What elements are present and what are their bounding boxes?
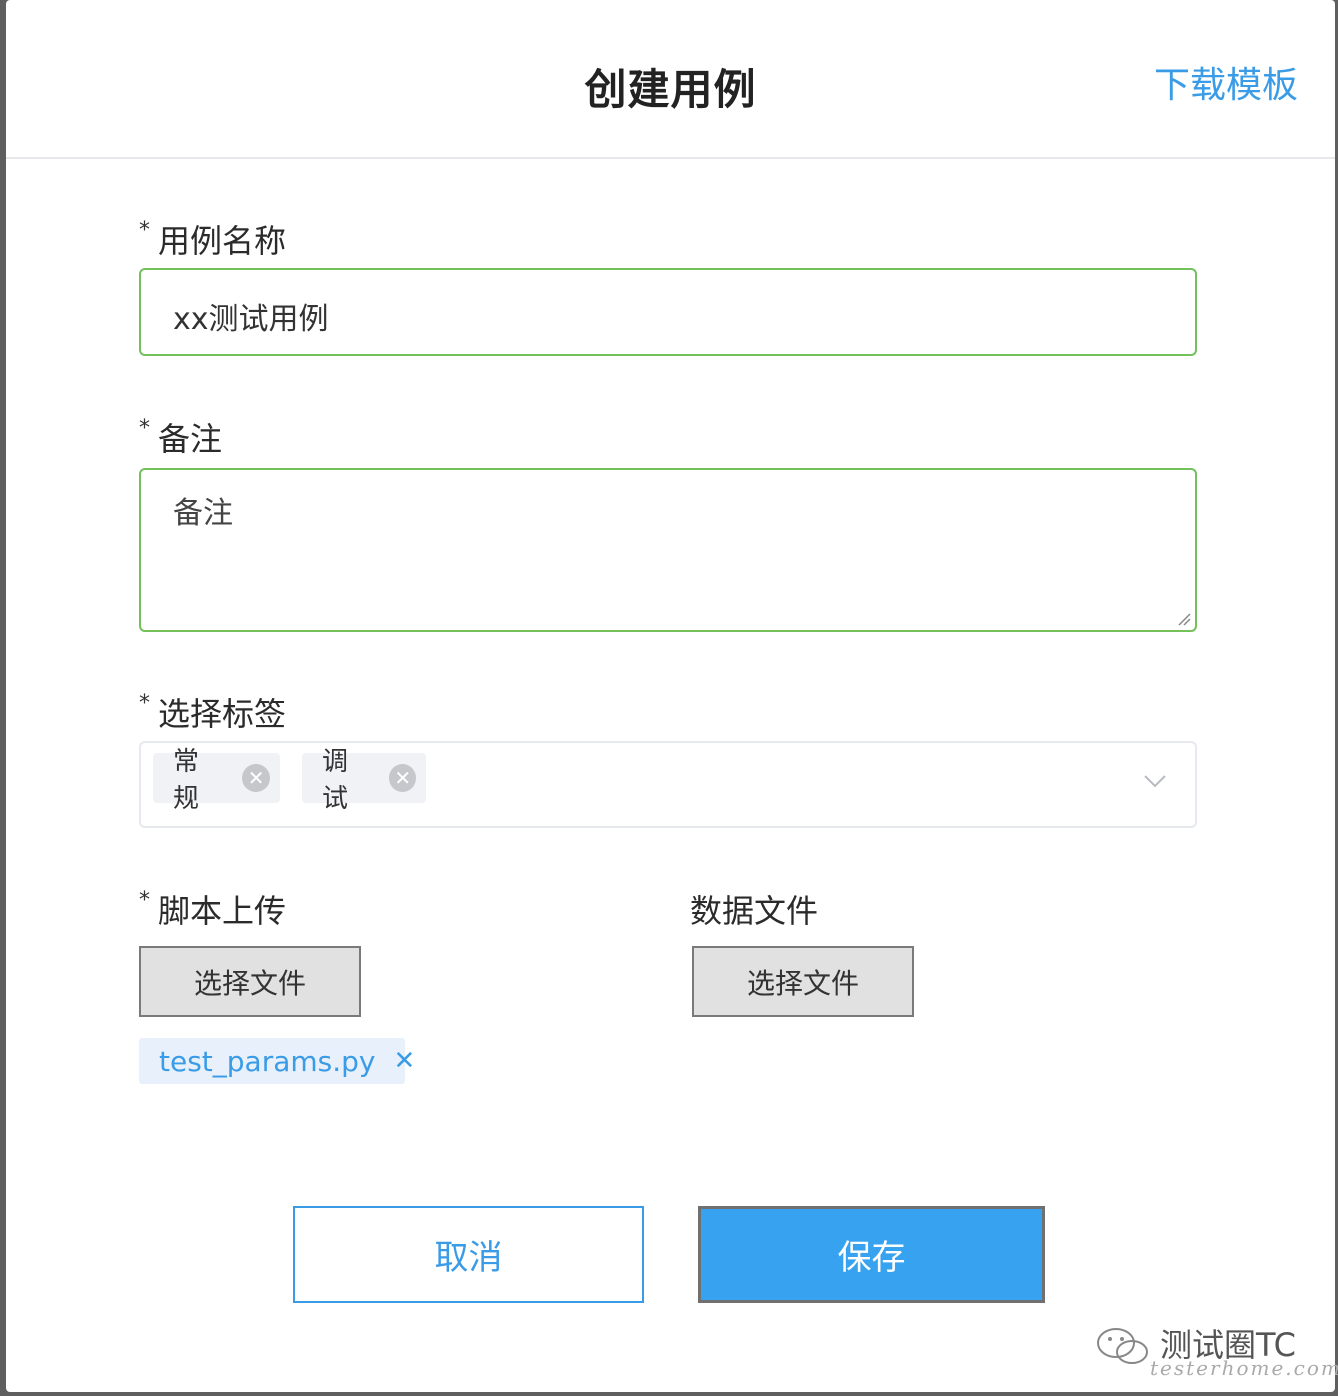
tags-select[interactable]: 常规 ✕ 调试 ✕ — [139, 741, 1197, 828]
required-mark: * — [139, 691, 150, 716]
data-choose-file-button[interactable]: 选择文件 — [692, 946, 914, 1017]
script-choose-file-button[interactable]: 选择文件 — [139, 946, 361, 1017]
tag-chip: 调试 ✕ — [302, 747, 426, 814]
dialog-title: 创建用例 — [584, 65, 757, 114]
remark-placeholder: 备注 — [173, 496, 233, 531]
watermark-subtext: testerhome.com — [1150, 1356, 1338, 1380]
tag-label: 常规 — [173, 747, 200, 814]
tag-chip: 常规 ✕ — [153, 747, 280, 814]
tag-label: 调试 — [322, 747, 349, 814]
required-mark: * — [139, 888, 150, 913]
download-template-link[interactable]: 下载模板 — [1154, 56, 1298, 108]
resize-handle-icon[interactable] — [1177, 612, 1191, 626]
tags-label-text: 选择标签 — [158, 695, 287, 733]
save-button[interactable]: 保存 — [698, 1206, 1045, 1303]
case-name-label: * 用例名称 — [139, 216, 286, 262]
chevron-down-icon[interactable] — [1143, 773, 1167, 789]
close-circle-icon[interactable]: ✕ — [389, 764, 416, 792]
case-name-input[interactable]: xx测试用例 — [139, 268, 1197, 356]
uploaded-file-name[interactable]: test_params.py — [159, 1045, 375, 1078]
case-name-label-text: 用例名称 — [158, 222, 287, 260]
remark-label-text: 备注 — [158, 420, 223, 458]
watermark: 测试圈TC testerhome.com — [1090, 1320, 1338, 1390]
data-file-label: 数据文件 — [690, 892, 819, 930]
tags-label: * 选择标签 — [139, 689, 286, 735]
dialog-header: 创建用例 下载模板 — [6, 0, 1335, 159]
required-mark: * — [139, 416, 150, 441]
close-icon[interactable]: ✕ — [393, 1046, 415, 1076]
script-upload-label: * 脚本上传 — [139, 886, 286, 932]
cancel-button[interactable]: 取消 — [293, 1206, 644, 1303]
required-mark: * — [139, 218, 150, 243]
case-name-value: xx测试用例 — [173, 302, 329, 337]
remark-label: * 备注 — [139, 414, 222, 460]
script-upload-label-text: 脚本上传 — [158, 892, 287, 930]
uploaded-file-chip: test_params.py ✕ — [139, 1038, 415, 1084]
wechat-logo-icon — [1097, 1328, 1148, 1364]
create-case-dialog: 创建用例 下载模板 * 用例名称 xx测试用例 * 备注 备注 * 选择标签 常规 ✕… — [6, 0, 1338, 1392]
remark-textarea[interactable]: 备注 — [139, 468, 1197, 632]
close-circle-icon[interactable]: ✕ — [242, 764, 270, 792]
